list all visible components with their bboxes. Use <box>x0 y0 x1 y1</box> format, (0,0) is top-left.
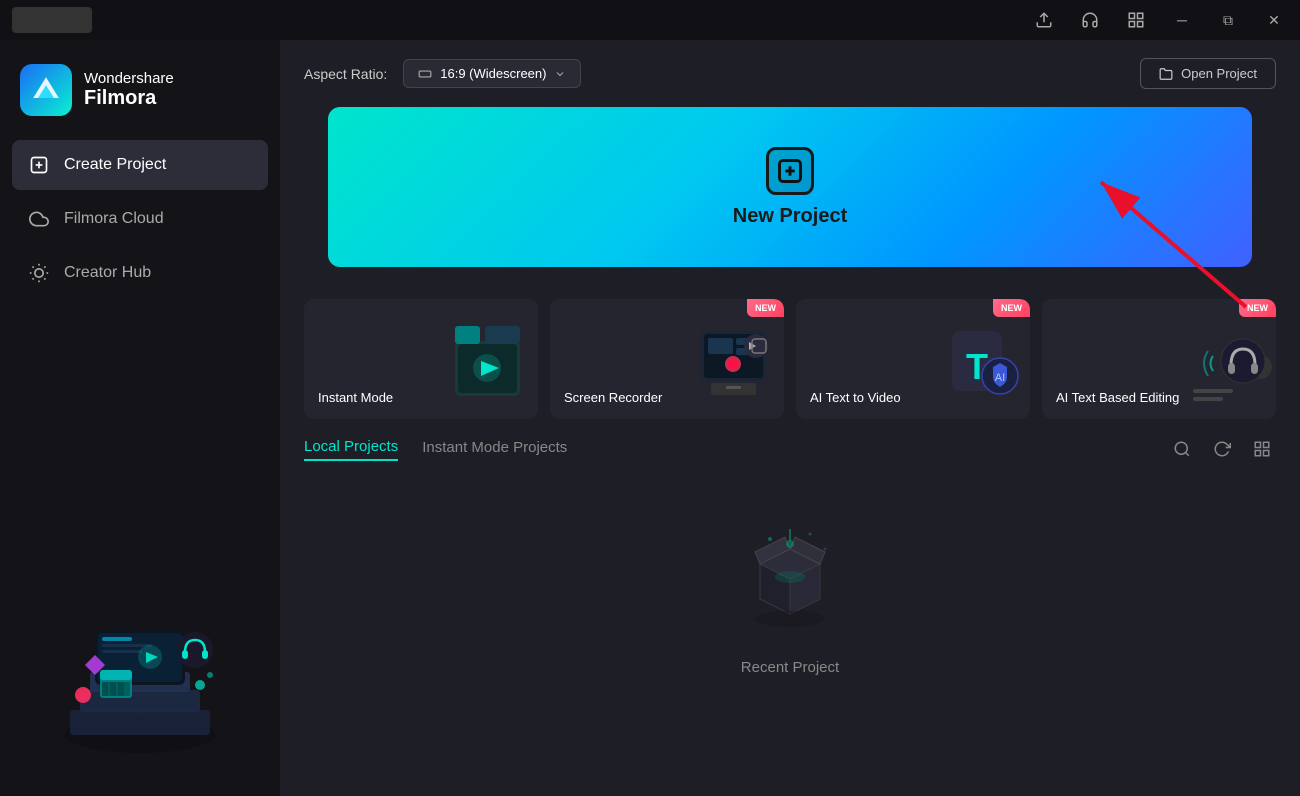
grid-icon[interactable] <box>1122 6 1150 34</box>
view-toggle-icon[interactable] <box>1248 435 1276 463</box>
aspect-ratio-value: 16:9 (Widescreen) <box>440 66 546 81</box>
card-image-instant-mode <box>450 321 530 411</box>
card-label: Instant Mode <box>318 390 393 405</box>
close-button[interactable]: ✕ <box>1260 6 1288 34</box>
main-layout: Wondershare Filmora Create Project <box>0 40 1300 796</box>
badge-new: NEW <box>993 299 1030 317</box>
empty-box-illustration <box>730 519 850 639</box>
headphones-icon[interactable] <box>1076 6 1104 34</box>
account-area[interactable] <box>12 7 92 33</box>
feature-card-ai-text-to-video[interactable]: NEW AI Text to Video T AI <box>796 299 1030 419</box>
card-label: AI Text to Video <box>810 390 901 405</box>
logo-icon <box>20 64 72 116</box>
tab-instant-mode-projects[interactable]: Instant Mode Projects <box>422 439 567 460</box>
sidebar-nav: Create Project Filmora Cloud <box>0 140 280 298</box>
projects-section: Local Projects Instant Mode Projects <box>280 435 1300 796</box>
empty-projects-label: Recent Project <box>741 659 839 676</box>
app-logo: Wondershare Filmora <box>0 56 280 140</box>
aspect-ratio-label: Aspect Ratio: <box>304 66 387 82</box>
logo-text: Wondershare Filmora <box>84 70 174 110</box>
card-image-ai-text-to-video: T AI <box>942 321 1022 411</box>
sidebar-item-creator-hub[interactable]: Creator Hub <box>12 248 268 298</box>
plus-square-icon <box>28 154 50 176</box>
new-project-icon <box>766 147 814 195</box>
feature-cards: Instant Mode NEW <box>280 299 1300 435</box>
sidebar-item-create-project[interactable]: Create Project <box>12 140 268 190</box>
cloud-icon <box>28 208 50 230</box>
search-icon[interactable] <box>1168 435 1196 463</box>
lightbulb-icon <box>28 262 50 284</box>
logo-line2: Filmora <box>84 87 174 110</box>
feature-card-instant-mode[interactable]: Instant Mode <box>304 299 538 419</box>
sidebar-item-filmora-cloud[interactable]: Filmora Cloud <box>12 194 268 244</box>
card-label: AI Text Based Editing <box>1056 390 1179 405</box>
upload-icon[interactable] <box>1030 6 1058 34</box>
feature-card-screen-recorder[interactable]: NEW Screen Recorder <box>550 299 784 419</box>
sidebar-illustration <box>0 560 280 780</box>
new-project-banner[interactable]: New Project <box>328 107 1252 267</box>
badge-new: NEW <box>1239 299 1276 317</box>
aspect-ratio-dropdown[interactable]: 16:9 (Widescreen) <box>403 59 581 88</box>
new-project-label: New Project <box>733 205 847 228</box>
card-label: Screen Recorder <box>564 390 662 405</box>
minimize-button[interactable]: ─ <box>1168 6 1196 34</box>
card-image-ai-text-based-editing <box>1188 321 1268 411</box>
tab-local-projects[interactable]: Local Projects <box>304 438 398 461</box>
sidebar-item-label: Filmora Cloud <box>64 210 164 228</box>
logo-line1: Wondershare <box>84 70 174 87</box>
projects-actions <box>1168 435 1276 463</box>
card-image-screen-recorder <box>696 321 776 411</box>
refresh-icon[interactable] <box>1208 435 1236 463</box>
content-area: Aspect Ratio: 16:9 (Widescreen) Open Pro… <box>280 40 1300 796</box>
projects-tabs: Local Projects Instant Mode Projects <box>304 435 1276 463</box>
feature-cards-wrapper: Instant Mode NEW <box>280 299 1300 435</box>
sidebar-item-label: Create Project <box>64 156 166 174</box>
open-project-button[interactable]: Open Project <box>1140 58 1276 89</box>
maximize-button[interactable]: ⧉ <box>1214 6 1242 34</box>
titlebar: ─ ⧉ ✕ <box>0 0 1300 40</box>
sidebar: Wondershare Filmora Create Project <box>0 40 280 796</box>
sidebar-item-label: Creator Hub <box>64 264 151 282</box>
open-project-label: Open Project <box>1181 66 1257 81</box>
empty-projects: Recent Project <box>304 479 1276 676</box>
content-header: Aspect Ratio: 16:9 (Widescreen) Open Pro… <box>280 40 1300 107</box>
badge-new: NEW <box>747 299 784 317</box>
svg-text:AI: AI <box>995 372 1005 384</box>
feature-card-ai-text-based-editing[interactable]: NEW AI Text Based Editing <box>1042 299 1276 419</box>
new-project-section: New Project <box>304 107 1276 283</box>
